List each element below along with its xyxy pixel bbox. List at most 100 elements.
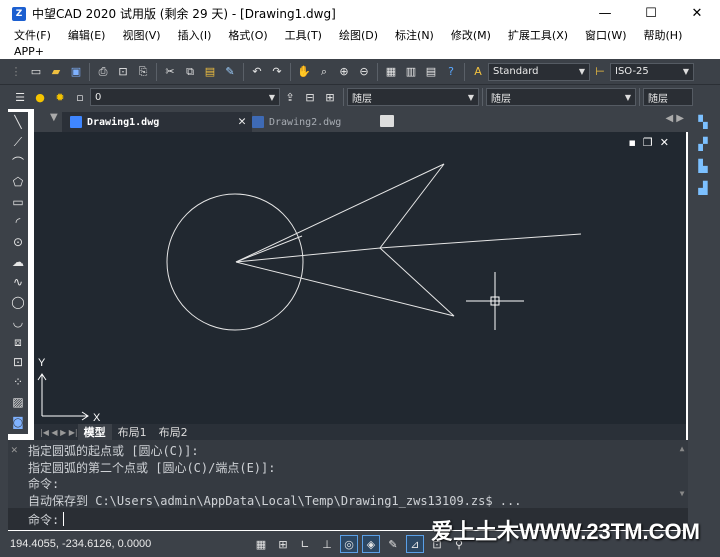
ellipse-tool-icon[interactable]: ◯	[8, 292, 28, 312]
tab-layout1[interactable]: 布局1	[112, 424, 153, 440]
menu-app-plus[interactable]: APP+	[14, 45, 44, 58]
menu-help[interactable]: 帮助(H)	[644, 27, 683, 43]
paste-icon[interactable]: ▤	[202, 64, 218, 80]
close-button[interactable]: ✕	[674, 0, 720, 27]
drawn-polyline-lower[interactable]	[235, 247, 455, 317]
lineweight-toggle-icon[interactable]: ✎	[384, 535, 402, 553]
rectangle-tool-icon[interactable]: ▭	[8, 192, 28, 212]
print-icon[interactable]: ⎙	[95, 64, 111, 80]
drawn-circle[interactable]	[166, 193, 304, 331]
zoom-realtime-icon[interactable]: ⌕	[316, 64, 332, 80]
ellipse-arc-icon[interactable]: ◡	[8, 312, 28, 332]
tab-scroll-arrows[interactable]: ◀ ▶	[665, 113, 684, 124]
layer-thaw-sun-icon[interactable]: ✹	[52, 89, 68, 105]
hatch-tool-icon[interactable]: ▨	[8, 392, 28, 412]
drawn-line[interactable]	[235, 235, 303, 263]
circle-tool-icon[interactable]: ⊙	[8, 232, 28, 252]
design-center-icon[interactable]: ▥	[403, 64, 419, 80]
help-icon[interactable]: ?	[443, 64, 459, 80]
new-tab-icon[interactable]	[380, 115, 394, 127]
line-tool-icon[interactable]: ╲	[8, 112, 28, 132]
polygon-tool-icon[interactable]: ⬠	[8, 172, 28, 192]
layer-on-bulb-icon[interactable]: ●	[32, 89, 48, 105]
layout-nav-arrows[interactable]: |◀ ◀ ▶ ▶|	[40, 428, 78, 437]
toolbar-grip-icon: ⋮	[10, 65, 22, 78]
menu-format[interactable]: 格式(O)	[228, 27, 267, 43]
lineweight-select[interactable]: 随层	[643, 88, 693, 106]
properties-icon[interactable]: ▦	[383, 64, 399, 80]
layer-states-icon[interactable]: ⊞	[322, 89, 338, 105]
pan-hand-icon[interactable]: ✋	[296, 64, 312, 80]
dynamic-input-icon[interactable]: ⊿	[406, 535, 424, 553]
arc-tool-icon[interactable]: ◜	[8, 212, 28, 232]
layer-tool-icon[interactable]: ▚	[694, 113, 712, 131]
open-folder-icon[interactable]: ▰	[48, 64, 64, 80]
menu-edit[interactable]: 编辑(E)	[68, 27, 106, 43]
new-file-icon[interactable]: ▭	[28, 64, 44, 80]
tool-palette-icon[interactable]: ▤	[423, 64, 439, 80]
polar-toggle-icon[interactable]: ⊥	[318, 535, 336, 553]
command-close-icon[interactable]: ✕	[11, 443, 18, 456]
cut-icon[interactable]: ✂	[162, 64, 178, 80]
maximize-button[interactable]: ☐	[628, 0, 674, 27]
layer-walk-icon[interactable]: ▟	[694, 179, 712, 197]
match-properties-icon[interactable]: ✎	[222, 64, 238, 80]
region-tool-icon[interactable]: ◙	[8, 412, 28, 432]
revision-cloud-icon[interactable]: ☁	[8, 252, 28, 272]
menu-insert[interactable]: 插入(I)	[178, 27, 212, 43]
menu-view[interactable]: 视图(V)	[122, 27, 160, 43]
layer-previous-icon[interactable]: ⊟	[302, 89, 318, 105]
make-block-icon[interactable]: ⊡	[8, 352, 28, 372]
publish-icon[interactable]: ⎘	[135, 64, 151, 80]
make-current-layer-icon[interactable]: ⇪	[282, 89, 298, 105]
text-style-select[interactable]: Standard ▼	[488, 62, 590, 81]
drawing-canvas[interactable]: ▪❐✕ Y X	[34, 132, 686, 424]
menu-draw[interactable]: 绘图(D)	[339, 27, 378, 43]
redo-icon[interactable]: ↷	[269, 64, 285, 80]
otrack-toggle-icon[interactable]: ◈	[362, 535, 380, 553]
toolbar-separator	[89, 62, 90, 81]
command-scrollbar[interactable]: ▲ ▼	[678, 444, 686, 502]
drawn-polyline-upper[interactable]	[235, 163, 582, 263]
menu-file[interactable]: 文件(F)	[14, 27, 51, 43]
tab-drawing1[interactable]: Drawing1.dwg ✕	[62, 112, 252, 132]
polyline-tool-icon[interactable]: ⌒	[8, 152, 28, 172]
scroll-up-icon[interactable]: ▲	[678, 444, 686, 453]
scroll-down-icon[interactable]: ▼	[678, 489, 686, 498]
menu-modify[interactable]: 修改(M)	[451, 27, 491, 43]
left-dock	[0, 109, 8, 441]
ortho-toggle-icon[interactable]: ∟	[296, 535, 314, 553]
osnap-toggle-icon[interactable]: ◎	[340, 535, 358, 553]
construction-line-icon[interactable]: ⟋	[8, 132, 28, 152]
copy-icon[interactable]: ⧉	[182, 64, 198, 80]
print-preview-icon[interactable]: ⊡	[115, 64, 131, 80]
spline-tool-icon[interactable]: ∿	[8, 272, 28, 292]
linetype-value: 随层	[491, 93, 511, 105]
layer-isolate-icon[interactable]: ▙	[694, 157, 712, 175]
tab-model[interactable]: 模型	[77, 424, 112, 440]
menu-express-tools[interactable]: 扩展工具(X)	[508, 27, 568, 43]
linetype-select[interactable]: 随层 ▼	[486, 88, 636, 106]
menu-window[interactable]: 窗口(W)	[585, 27, 626, 43]
layer-manager-icon[interactable]: ☰	[12, 89, 28, 105]
menu-dimension[interactable]: 标注(N)	[395, 27, 434, 43]
snap-toggle-icon[interactable]: ⊞	[274, 535, 292, 553]
layer-select[interactable]: 0 ▼	[90, 88, 280, 106]
dim-style-select[interactable]: ISO-25 ▼	[610, 62, 694, 81]
layer-match-icon[interactable]: ▞	[694, 135, 712, 153]
toolbar-separator	[290, 62, 291, 81]
point-tool-icon[interactable]: ⁘	[8, 372, 28, 392]
color-select[interactable]: 随层 ▼	[347, 88, 479, 106]
layer-lock-icon[interactable]: ▫	[72, 89, 88, 105]
grid-toggle-icon[interactable]: ▦	[252, 535, 270, 553]
save-icon[interactable]: ▣	[68, 64, 84, 80]
tab-layout2[interactable]: 布局2	[153, 424, 194, 440]
zoom-previous-icon[interactable]: ⊖	[356, 64, 372, 80]
menu-tools[interactable]: 工具(T)	[285, 27, 322, 43]
minimize-button[interactable]: —	[582, 0, 628, 27]
undo-icon[interactable]: ↶	[249, 64, 265, 80]
tab-list-chevron-icon[interactable]: ▼	[50, 112, 58, 123]
layout-tab-bar: |◀ ◀ ▶ ▶| 模型 布局1 布局2	[34, 424, 686, 440]
insert-block-icon[interactable]: ⧈	[8, 332, 28, 352]
zoom-window-icon[interactable]: ⊕	[336, 64, 352, 80]
